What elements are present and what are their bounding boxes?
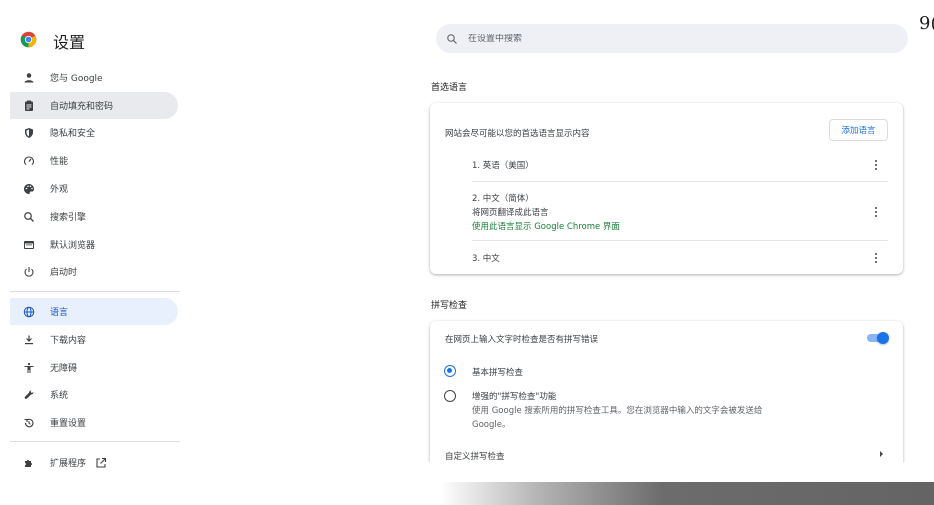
chevron-right-icon bbox=[880, 451, 883, 457]
languages-section-title: 首选语言 bbox=[431, 83, 468, 93]
chrome-logo-icon bbox=[20, 31, 37, 48]
bottom-decoration-corner bbox=[420, 462, 934, 482]
basic-spellcheck-radio[interactable] bbox=[444, 365, 456, 377]
person-icon bbox=[22, 71, 36, 85]
wrench-icon bbox=[22, 388, 36, 402]
custom-spellcheck-label: 自定义拼写检查 bbox=[445, 452, 505, 462]
sidebar-item-label: 搜索引擎 bbox=[50, 213, 87, 223]
download-icon bbox=[22, 333, 36, 347]
puzzle-icon bbox=[22, 456, 36, 470]
sidebar-item-label: 启动时 bbox=[50, 268, 78, 278]
sidebar-item-label: 自动填充和密码 bbox=[50, 102, 114, 112]
palette-icon bbox=[22, 182, 36, 196]
sidebar-item-extensions[interactable]: 扩展程序 bbox=[10, 449, 178, 476]
sidebar-item-label: 下载内容 bbox=[50, 336, 87, 346]
more-options-icon[interactable] bbox=[874, 206, 878, 218]
open-in-new-icon bbox=[96, 457, 107, 468]
sidebar-item-label: 性能 bbox=[50, 157, 69, 167]
sidebar-item-accessibility[interactable]: 无障碍 bbox=[10, 354, 178, 381]
sidebar-item-search-engine[interactable]: 搜索引擎 bbox=[10, 203, 178, 230]
sidebar-item-you-and-google[interactable]: 您与 Google bbox=[10, 64, 178, 91]
languages-card: 网站会尽可能以您的首选语言显示内容 添加语言 1. 英语（美国） 2. 中文（简… bbox=[430, 103, 903, 274]
spellcheck-toggle[interactable] bbox=[867, 332, 889, 344]
spellcheck-section-title: 拼写检查 bbox=[431, 301, 468, 311]
settings-page: 设置 9( 您与 Google 自动填充和密码 隐私和安全 性能 bbox=[0, 0, 934, 505]
sidebar-divider bbox=[10, 291, 180, 292]
language-item-2-ui-note: 使用此语言显示 Google Chrome 界面 bbox=[472, 222, 620, 232]
toggle-knob bbox=[877, 332, 889, 344]
sidebar-item-label: 系统 bbox=[50, 391, 69, 401]
search-input[interactable] bbox=[468, 33, 868, 44]
bottom-decoration bbox=[440, 482, 934, 505]
clipboard-icon bbox=[22, 99, 36, 113]
speedometer-icon bbox=[22, 154, 36, 168]
accessibility-icon bbox=[22, 361, 36, 375]
languages-description: 网站会尽可能以您的首选语言显示内容 bbox=[445, 129, 590, 139]
power-icon bbox=[22, 265, 36, 279]
more-options-icon[interactable] bbox=[874, 159, 878, 171]
sidebar-item-label: 无障碍 bbox=[50, 364, 78, 374]
language-item-1: 1. 英语（美国） bbox=[472, 161, 534, 171]
enhanced-spellcheck-label: 增强的"拼写检查"功能 bbox=[472, 392, 557, 402]
enhanced-spellcheck-radio[interactable] bbox=[444, 390, 456, 402]
reset-history-icon bbox=[22, 416, 36, 430]
sidebar-item-label: 外观 bbox=[50, 185, 69, 195]
sidebar-item-system[interactable]: 系统 bbox=[10, 381, 178, 408]
search-icon bbox=[22, 210, 36, 224]
globe-icon bbox=[22, 305, 36, 319]
more-options-icon[interactable] bbox=[874, 252, 878, 264]
corner-text: 9( bbox=[919, 13, 934, 34]
spellcheck-card: 在网页上输入文字时检查是否有拼写错误 基本拼写检查 增强的"拼写检查"功能 使用… bbox=[430, 321, 903, 471]
spellcheck-toggle-label: 在网页上输入文字时检查是否有拼写错误 bbox=[445, 335, 599, 345]
sidebar-item-label: 语言 bbox=[50, 308, 69, 318]
basic-spellcheck-label: 基本拼写检查 bbox=[472, 368, 524, 378]
sidebar-item-label: 扩展程序 bbox=[50, 459, 87, 469]
sidebar-item-label: 您与 Google bbox=[50, 74, 103, 84]
sidebar-item-on-startup[interactable]: 启动时 bbox=[10, 258, 178, 285]
sidebar-item-label: 默认浏览器 bbox=[50, 241, 96, 251]
language-item-2-sub: 将网页翻译成此语言 bbox=[472, 208, 549, 218]
search-icon bbox=[447, 33, 457, 44]
sidebar-item-label: 隐私和安全 bbox=[50, 129, 96, 139]
sidebar-item-languages[interactable]: 语言 bbox=[10, 298, 178, 325]
sidebar-item-default-browser[interactable]: 默认浏览器 bbox=[10, 231, 178, 258]
sidebar-item-label: 重置设置 bbox=[50, 419, 87, 429]
sidebar-item-privacy[interactable]: 隐私和安全 bbox=[10, 119, 178, 146]
list-divider bbox=[472, 240, 888, 241]
language-item-3: 3. 中文 bbox=[472, 254, 500, 264]
sidebar-item-autofill[interactable]: 自动填充和密码 bbox=[10, 92, 178, 119]
enhanced-spellcheck-desc: 使用 Google 搜索所用的拼写检查工具。您在浏览器中输入的文字会被发送给 bbox=[472, 406, 763, 416]
enhanced-spellcheck-desc-2: Google。 bbox=[472, 420, 511, 430]
search-box[interactable] bbox=[436, 24, 908, 53]
sidebar-item-downloads[interactable]: 下载内容 bbox=[10, 326, 178, 353]
browser-window-icon bbox=[22, 238, 36, 252]
page-title: 设置 bbox=[53, 33, 86, 52]
sidebar-divider bbox=[10, 441, 180, 442]
language-item-2: 2. 中文（简体） bbox=[472, 194, 534, 204]
sidebar-item-appearance[interactable]: 外观 bbox=[10, 175, 178, 202]
shield-icon bbox=[22, 126, 36, 140]
add-language-button[interactable]: 添加语言 bbox=[829, 119, 888, 141]
sidebar-item-reset-settings[interactable]: 重置设置 bbox=[10, 409, 178, 436]
list-divider bbox=[472, 181, 888, 182]
sidebar-item-performance[interactable]: 性能 bbox=[10, 147, 178, 174]
